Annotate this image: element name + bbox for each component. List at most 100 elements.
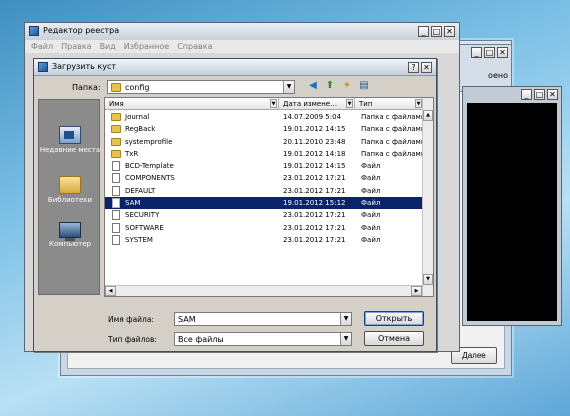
file-date: 23.01.2012 17:21 xyxy=(283,211,346,220)
regedit-app-icon xyxy=(29,26,39,36)
view-menu-icon[interactable]: ▤ xyxy=(357,79,371,93)
file-date: 20.11.2010 23:48 xyxy=(283,137,346,146)
command-prompt-window: _ □ ✕ xyxy=(462,86,562,326)
file-date: 23.01.2012 17:21 xyxy=(283,235,346,244)
back-icon[interactable]: ◀ xyxy=(306,79,320,93)
close-icon[interactable]: ✕ xyxy=(421,62,432,73)
file-name: COMPONENTS xyxy=(125,174,175,183)
file-type: Файл xyxy=(361,235,381,244)
recent-places-icon xyxy=(59,126,81,144)
window-title: Редактор реестра xyxy=(43,26,120,35)
menu-help[interactable]: Справка xyxy=(177,42,212,51)
scroll-right-icon[interactable]: ▶ xyxy=(411,286,422,296)
file-icon xyxy=(112,210,120,221)
file-row[interactable]: systemprofile 20.11.2010 23:48 Папка с фай… xyxy=(105,136,433,148)
folder-icon xyxy=(111,125,121,134)
place-libraries[interactable]: Библиотеки xyxy=(39,176,101,205)
minimize-icon[interactable]: _ xyxy=(418,26,429,37)
folder-icon xyxy=(111,137,121,146)
console-screen[interactable] xyxy=(467,103,557,321)
filename-value: SAM xyxy=(178,315,196,324)
dialog-app-icon xyxy=(38,62,48,72)
file-icon xyxy=(112,185,120,196)
file-rows: Journal 14.07.2009 5:04 Папка с файлами Reg… xyxy=(105,111,433,246)
column-dropdown-icon[interactable]: ▼ xyxy=(415,99,422,108)
file-row[interactable]: SOFTWARE 23.01.2012 17:21 Файл xyxy=(105,222,433,234)
look-in-value: config xyxy=(125,83,150,92)
file-date: 19.01.2012 15:12 xyxy=(283,199,346,208)
registry-editor-titlebar: Редактор реестра _ □ ✕ xyxy=(25,23,459,40)
menu-favorites[interactable]: Избранное xyxy=(124,42,169,51)
close-icon[interactable]: ✕ xyxy=(497,47,508,58)
file-name: SOFTWARE xyxy=(125,223,164,232)
file-icon xyxy=(112,173,120,184)
load-hive-dialog: Загрузить куст ? ✕ Папка: config ▼ ◀ ⬆ ✦… xyxy=(33,58,437,352)
maximize-icon[interactable]: □ xyxy=(534,89,545,100)
filename-combobox[interactable]: SAM ▼ xyxy=(174,312,352,326)
file-name: DEFAULT xyxy=(125,186,156,195)
file-row[interactable]: SYSTEM 23.01.2012 17:21 Файл xyxy=(105,234,433,246)
column-header-date[interactable]: Дата измене… xyxy=(279,98,355,110)
close-icon[interactable]: ✕ xyxy=(444,26,455,37)
file-type: Папка с файлами xyxy=(361,137,426,146)
places-bar: Недавние места Библиотеки Компьютер xyxy=(38,99,100,295)
place-computer[interactable]: Компьютер xyxy=(39,222,101,249)
open-button[interactable]: Открыть xyxy=(364,311,424,326)
help-icon[interactable]: ? xyxy=(408,62,419,73)
chevron-down-icon[interactable]: ▼ xyxy=(283,81,294,93)
file-icon xyxy=(112,234,120,245)
maximize-icon[interactable]: □ xyxy=(431,26,442,37)
vertical-scrollbar[interactable]: ▲ ▼ xyxy=(422,98,433,296)
file-row[interactable]: BCD-Template 19.01.2012 14:15 Файл xyxy=(105,160,433,172)
file-row[interactable]: SAM 19.01.2012 15:12 Файл xyxy=(105,197,433,210)
file-type: Файл xyxy=(361,162,381,171)
filetype-combobox[interactable]: Все файлы ▼ xyxy=(174,332,352,346)
file-date: 19.01.2012 14:18 xyxy=(283,149,346,158)
libraries-icon xyxy=(59,176,81,194)
chevron-down-icon[interactable]: ▼ xyxy=(340,313,351,325)
file-name: TxR xyxy=(125,149,139,158)
place-recent[interactable]: Недавние места xyxy=(39,126,101,155)
computer-icon xyxy=(59,222,81,241)
close-icon[interactable]: ✕ xyxy=(547,89,558,100)
menu-file[interactable]: Файл xyxy=(31,42,53,51)
maximize-icon[interactable]: □ xyxy=(484,47,495,58)
file-type: Файл xyxy=(361,186,381,195)
file-row[interactable]: TxR 19.01.2012 14:18 Папка с файлами xyxy=(105,148,433,160)
filetype-value: Все файлы xyxy=(178,335,224,344)
new-folder-icon[interactable]: ✦ xyxy=(340,79,354,93)
column-dropdown-icon[interactable]: ▼ xyxy=(270,99,277,108)
scroll-left-icon[interactable]: ◀ xyxy=(105,286,116,296)
file-row[interactable]: Journal 14.07.2009 5:04 Папка с файлами xyxy=(105,111,433,123)
folder-icon xyxy=(111,113,121,121)
file-name: SECURITY xyxy=(125,211,160,220)
menu-view[interactable]: Вид xyxy=(100,42,116,51)
column-header-name[interactable]: Имя xyxy=(105,98,279,110)
place-label: Недавние места xyxy=(39,146,101,154)
file-date: 23.01.2012 17:21 xyxy=(283,223,346,232)
column-dropdown-icon[interactable]: ▼ xyxy=(346,99,353,108)
cancel-button[interactable]: Отмена xyxy=(364,331,424,346)
look-in-combobox[interactable]: config ▼ xyxy=(107,80,295,94)
dialog-titlebar: Загрузить куст ? ✕ xyxy=(34,59,436,76)
file-type: Файл xyxy=(361,174,381,183)
scroll-up-icon[interactable]: ▲ xyxy=(423,110,433,121)
file-row[interactable]: RegBack 19.01.2012 14:15 Папка с файлами xyxy=(105,123,433,135)
file-list[interactable]: Имя ▼ Дата измене… ▼ Тип ▼ Journal 14.07.… xyxy=(104,97,434,297)
place-label: Библиотеки xyxy=(47,196,93,204)
file-date: 19.01.2012 14:15 xyxy=(283,125,346,134)
file-row[interactable]: COMPONENTS 23.01.2012 17:21 Файл xyxy=(105,172,433,184)
file-type: Файл xyxy=(361,199,381,208)
file-type: Папка с файлами xyxy=(361,149,426,158)
file-row[interactable]: DEFAULT 23.01.2012 17:21 Файл xyxy=(105,185,433,197)
file-type: Папка с файлами xyxy=(361,125,426,134)
menu-edit[interactable]: Правка xyxy=(61,42,91,51)
up-folder-icon[interactable]: ⬆ xyxy=(323,79,337,93)
horizontal-scrollbar[interactable]: ◀ ▶ xyxy=(105,285,422,296)
minimize-icon[interactable]: _ xyxy=(471,47,482,58)
minimize-icon[interactable]: _ xyxy=(521,89,532,100)
file-name: SAM xyxy=(125,199,141,208)
file-row[interactable]: SECURITY 23.01.2012 17:21 Файл xyxy=(105,209,433,221)
scroll-down-icon[interactable]: ▼ xyxy=(423,274,433,285)
chevron-down-icon[interactable]: ▼ xyxy=(340,333,351,345)
